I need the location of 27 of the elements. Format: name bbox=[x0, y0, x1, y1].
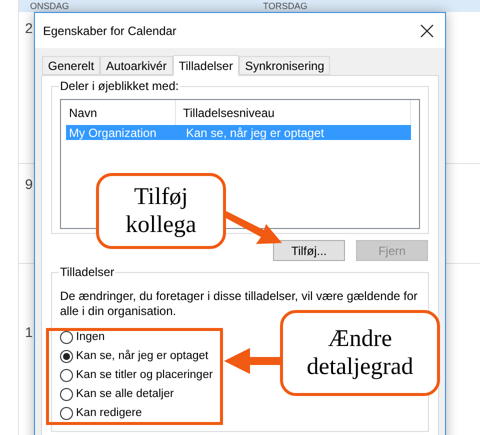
group-title: Deler i øjeblikket med: bbox=[59, 79, 180, 93]
radio-option[interactable]: Kan se titler og placeringer bbox=[60, 366, 213, 385]
radio-button[interactable] bbox=[60, 331, 73, 344]
tab[interactable]: Tilladelser bbox=[172, 55, 239, 76]
tab[interactable]: Synkronisering bbox=[238, 56, 330, 75]
day-number: 9 bbox=[25, 176, 33, 192]
radio-button[interactable] bbox=[60, 369, 73, 382]
radio-option[interactable]: Kan redigere bbox=[60, 404, 142, 423]
radio-button[interactable] bbox=[60, 388, 73, 401]
radio-option[interactable]: Kan se, når jeg er optaget bbox=[60, 347, 208, 366]
callout-text: Ændre detaljegrad bbox=[306, 325, 414, 381]
radio-button[interactable] bbox=[60, 350, 73, 363]
tab[interactable]: Autoarkivér bbox=[100, 56, 173, 75]
description-text: De ændringer, du foretager i disse tilladelser, vil være gældende for alle i din organisation. bbox=[60, 289, 419, 319]
radio-button[interactable] bbox=[60, 407, 73, 420]
day-number: 2 bbox=[25, 20, 33, 36]
close-icon bbox=[420, 24, 434, 38]
radio-option[interactable]: Kan se alle detaljer bbox=[60, 385, 174, 404]
group-title: Tilladelser bbox=[59, 265, 116, 279]
tab[interactable]: Generelt bbox=[42, 56, 100, 75]
radio-option[interactable]: Ingen bbox=[60, 328, 105, 347]
window-title: Egenskaber for Calendar bbox=[43, 22, 176, 40]
day-number: 1 bbox=[25, 324, 33, 340]
day-header: TORSDAG bbox=[263, 0, 308, 12]
day-header: ONSDAG bbox=[30, 0, 70, 12]
callout-text: Tilføj kollega bbox=[124, 183, 198, 239]
add-button[interactable]: Tilføj... bbox=[273, 240, 345, 261]
